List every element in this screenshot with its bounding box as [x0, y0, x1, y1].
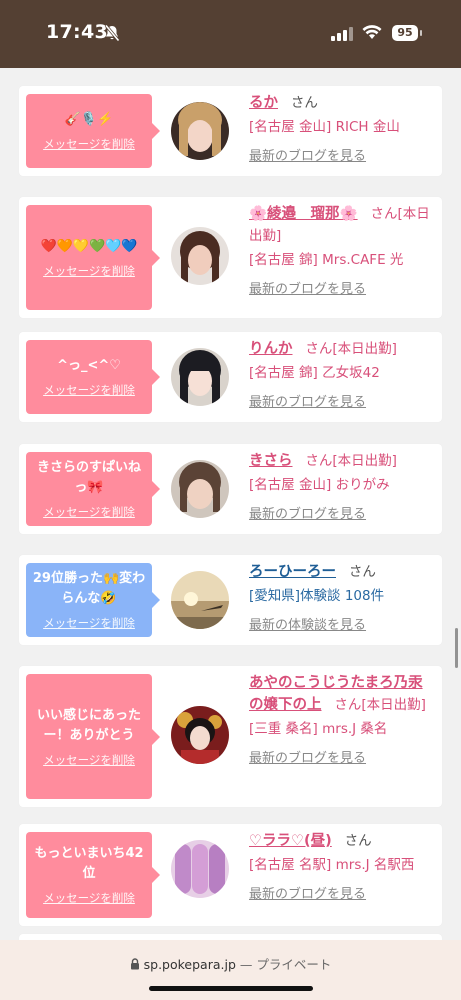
battery-indicator: 95 — [392, 25, 418, 41]
latest-blog-link[interactable]: 最新のブログを見る — [249, 504, 434, 526]
favorites-list: 🎸🎙️⚡️ メッセージを削除 るか さん [名古屋 金山] RICH 金山 最新… — [0, 68, 461, 940]
list-item: ^っ_<^♡ メッセージを削除 りんか さん[本日出勤] [名古屋 錦] 乙女坂… — [19, 332, 442, 422]
list-item: ❤️🧡💛💚🩵💙 メッセージを削除 🌸綾邉 瑠那🌸 さん[本日出勤] [名古屋 錦… — [19, 197, 442, 318]
profile-info: るか さん [名古屋 金山] RICH 金山 最新のブログを見る — [249, 92, 434, 168]
delete-message-button[interactable]: メッセージを削除 — [43, 890, 135, 906]
status-bar: 17:43 95 — [0, 0, 461, 68]
name-line: きさら さん[本日出勤] — [249, 450, 434, 472]
message-text: 29位勝った🙌変わらんな🤣 — [32, 571, 146, 606]
shop-label: [名古屋 錦] Mrs.CAFE 光 — [249, 252, 404, 268]
name-suffix: さん[本日出勤] — [305, 341, 397, 357]
girl-name-link[interactable]: りんか — [249, 341, 293, 357]
message-bubble: ❤️🧡💛💚🩵💙 メッセージを削除 — [26, 205, 160, 310]
profile-info: ろーひーろー さん [愛知県]体験談 108件 最新の体験談を見る — [249, 561, 434, 637]
profile-info: ♡ララ♡(昼) さん [名古屋 名駅] mrs.J 名駅西 最新のブログを見る — [249, 830, 434, 906]
name-line: ろーひーろー さん — [249, 561, 434, 583]
message-bubble: ^っ_<^♡ メッセージを削除 — [26, 340, 160, 414]
girl-name-link[interactable]: 🌸綾邉 瑠那🌸 — [249, 206, 358, 222]
message-bubble: いい感じにあったー！ありがとう メッセージを削除 — [26, 674, 160, 799]
message-text: もっといまいち42位 — [34, 846, 144, 881]
latest-blog-link[interactable]: 最新のブログを見る — [249, 884, 434, 906]
delete-message-button[interactable]: メッセージを削除 — [43, 263, 135, 279]
name-line: 🌸綾邉 瑠那🌸 さん[本日出勤] — [249, 203, 434, 247]
reviewer-name-link[interactable]: ろーひーろー — [249, 564, 336, 580]
list-item: もっといまいち42位 メッセージを削除 ♡ララ♡(昼) さん [名古屋 名駅] … — [19, 824, 442, 926]
list-item: いい感じにあったー！ありがとう メッセージを削除 あやのこうじうたまろ乃汞の嬢下… — [19, 666, 442, 807]
wifi-icon — [362, 24, 382, 44]
shop-label: [名古屋 金山] RICH 金山 — [249, 119, 400, 135]
girl-name-link[interactable]: ♡ララ♡(昼) — [249, 833, 332, 849]
delete-message-button[interactable]: メッセージを削除 — [43, 136, 135, 152]
private-mode-label: プライベート — [256, 957, 332, 972]
delete-message-button[interactable]: メッセージを削除 — [43, 615, 135, 631]
address-bar[interactable]: sp.pokepara.jp — プライベート — [0, 954, 461, 973]
delete-message-button[interactable]: メッセージを削除 — [43, 504, 135, 520]
avatar[interactable] — [171, 348, 229, 406]
profile-info: あやのこうじうたまろ乃汞の嬢下の上 さん[本日出勤] [三重 桑名] mrs.J… — [249, 672, 434, 770]
name-line: りんか さん[本日出勤] — [249, 338, 434, 360]
message-bubble: きさらのすぱいねっ🎀 メッセージを削除 — [26, 452, 160, 526]
message-text: 🎸🎙️⚡️ — [64, 112, 114, 127]
latest-blog-link[interactable]: 最新のブログを見る — [249, 392, 434, 414]
name-suffix: さん — [348, 564, 376, 580]
girl-name-link[interactable]: きさら — [249, 453, 293, 469]
scrollbar-thumb[interactable] — [455, 628, 458, 668]
delete-message-button[interactable]: メッセージを削除 — [43, 382, 135, 398]
shop-label: [名古屋 名駅] mrs.J 名駅西 — [249, 857, 415, 873]
message-bubble: もっといまいち42位 メッセージを削除 — [26, 832, 160, 918]
message-text: ❤️🧡💛💚🩵💙 — [40, 238, 138, 254]
latest-blog-link[interactable]: 最新のブログを見る — [249, 279, 434, 301]
name-suffix: さん — [344, 833, 372, 849]
avatar[interactable] — [171, 840, 229, 898]
name-line: あやのこうじうたまろ乃汞の嬢下の上 さん[本日出勤] — [249, 672, 434, 716]
message-text: きさらのすぱいねっ🎀 — [36, 460, 141, 495]
home-indicator[interactable] — [149, 986, 313, 991]
message-bubble: 29位勝った🙌変わらんな🤣 メッセージを削除 — [26, 563, 160, 637]
bell-muted-icon — [104, 24, 120, 46]
name-suffix: さん[本日出勤] — [305, 453, 397, 469]
name-line: るか さん — [249, 92, 434, 114]
list-item: きさらのすぱいねっ🎀 メッセージを削除 きさら さん[本日出勤] [名古屋 金山… — [19, 444, 442, 534]
latest-blog-link[interactable]: 最新のブログを見る — [249, 748, 434, 770]
avatar[interactable] — [171, 571, 229, 629]
profile-info: 🌸綾邉 瑠那🌸 さん[本日出勤] [名古屋 錦] Mrs.CAFE 光 最新のブ… — [249, 203, 434, 301]
status-time: 17:43 — [46, 21, 108, 43]
list-item: 29位勝った🙌変わらんな🤣 メッセージを削除 ろーひーろー さん [愛知県]体験… — [19, 555, 442, 645]
girl-name-link[interactable]: るか — [249, 95, 278, 111]
shop-label: [三重 桑名] mrs.J 桑名 — [249, 721, 388, 737]
battery-tip — [420, 30, 422, 36]
latest-blog-link[interactable]: 最新のブログを見る — [249, 146, 434, 168]
message-text: いい感じにあったー！ありがとう — [36, 707, 141, 743]
url-separator: — — [239, 957, 253, 972]
signal-icon — [331, 26, 353, 45]
name-line: ♡ララ♡(昼) さん — [249, 830, 434, 852]
avatar[interactable] — [171, 102, 229, 160]
message-text: ^っ_<^♡ — [57, 358, 121, 373]
avatar[interactable] — [171, 706, 229, 764]
browser-bottom-bar: sp.pokepara.jp — プライベート — [0, 940, 461, 1000]
avatar[interactable] — [171, 460, 229, 518]
url-text: sp.pokepara.jp — [143, 957, 236, 972]
delete-message-button[interactable]: メッセージを削除 — [43, 752, 135, 768]
profile-info: きさら さん[本日出勤] [名古屋 金山] おりがみ 最新のブログを見る — [249, 450, 434, 526]
list-item: 🎸🎙️⚡️ メッセージを削除 るか さん [名古屋 金山] RICH 金山 最新… — [19, 86, 442, 176]
latest-review-link[interactable]: 最新の体験談を見る — [249, 615, 434, 637]
profile-info: りんか さん[本日出勤] [名古屋 錦] 乙女坂42 最新のブログを見る — [249, 338, 434, 414]
name-suffix: さん — [290, 95, 318, 111]
shop-label: [名古屋 金山] おりがみ — [249, 477, 390, 493]
name-suffix: さん[本日出勤] — [334, 697, 426, 713]
review-count-label: [愛知県]体験談 108件 — [249, 588, 385, 604]
avatar[interactable] — [171, 227, 229, 285]
lock-icon — [130, 958, 140, 973]
shop-label: [名古屋 錦] 乙女坂42 — [249, 365, 380, 381]
message-bubble: 🎸🎙️⚡️ メッセージを削除 — [26, 94, 160, 168]
